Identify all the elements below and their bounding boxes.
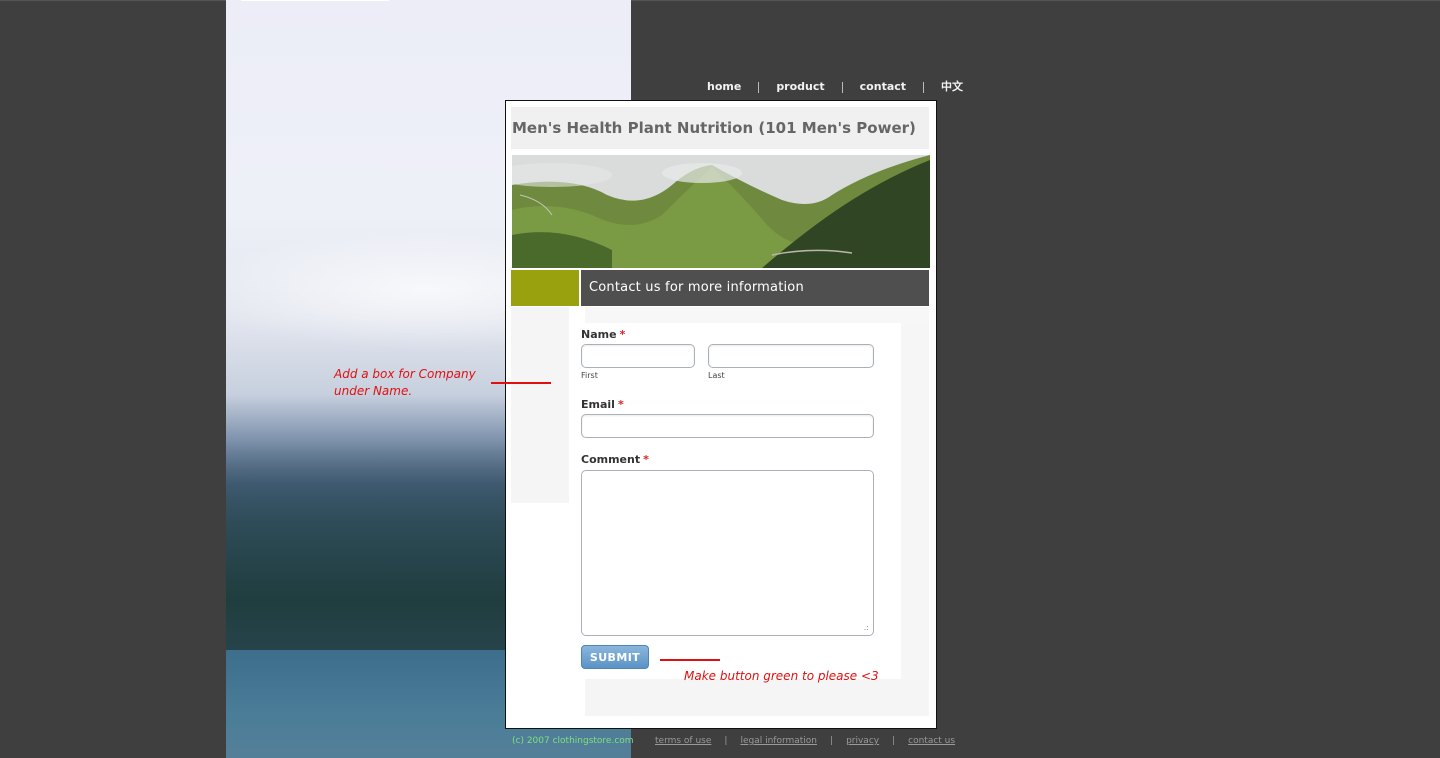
submit-button[interactable]: SUBMIT — [581, 645, 649, 669]
comment-textarea[interactable]: .: — [581, 470, 874, 636]
button-annotation: Make button green to please <3 — [684, 669, 879, 683]
footer-terms-link[interactable]: terms of use — [650, 736, 716, 746]
resize-grip-icon[interactable]: .: — [864, 624, 869, 632]
required-asterisk: * — [619, 328, 626, 341]
last-name-input[interactable] — [708, 344, 874, 368]
contact-form: Name * First Last Email * Comment * .: SUBM… — [570, 323, 929, 679]
company-annotation: Add a box for Company under Name. — [334, 366, 476, 400]
company-annotation-line1: Add a box for Company — [334, 367, 476, 381]
accent-block — [511, 270, 579, 306]
company-annotation-line2: under Name. — [334, 384, 413, 398]
comment-label-text: Comment — [581, 453, 641, 466]
last-sublabel: Last — [708, 371, 725, 380]
scenery-top-highlight — [241, 0, 389, 1]
footer-separator: | — [724, 736, 728, 746]
company-annotation-arrow — [491, 382, 551, 384]
email-label-text: Email — [581, 398, 615, 411]
footer-copyright: (c) 2007 clothingstore.com — [512, 736, 634, 746]
mountain-banner-image — [512, 155, 930, 268]
first-sublabel: First — [581, 371, 598, 380]
footer-separator: | — [830, 736, 834, 746]
nav-chinese-language[interactable]: 中文 — [924, 79, 980, 95]
top-border — [0, 0, 1440, 1]
button-annotation-arrow — [660, 659, 720, 661]
required-asterisk: * — [617, 398, 624, 411]
footer-links: terms of use | legal information | priva… — [650, 736, 960, 746]
nav-product[interactable]: product — [759, 79, 841, 95]
footer-privacy-link[interactable]: privacy — [841, 736, 884, 746]
content-card: Men's Health Plant Nutrition (101 Men's … — [505, 100, 937, 729]
name-label-text: Name — [581, 328, 617, 341]
mountain-illustration — [512, 155, 930, 268]
email-label: Email * — [581, 398, 624, 411]
first-name-input[interactable] — [581, 344, 695, 368]
title-bar: Men's Health Plant Nutrition (101 Men's … — [511, 107, 929, 149]
left-gray-panel — [511, 307, 569, 503]
contact-heading: Contact us for more information — [589, 280, 804, 295]
nav-home[interactable]: home — [690, 79, 758, 95]
footer-legal-link[interactable]: legal information — [735, 736, 822, 746]
form-top-strip — [585, 307, 929, 323]
email-input[interactable] — [581, 414, 874, 438]
footer-separator: | — [892, 736, 896, 746]
required-asterisk: * — [643, 453, 649, 466]
form-right-shade — [901, 323, 929, 679]
top-navigation: home product contact 中文 — [690, 78, 980, 96]
footer-contact-link[interactable]: contact us — [903, 736, 960, 746]
name-label: Name * — [581, 328, 625, 341]
nav-contact[interactable]: contact — [843, 79, 923, 95]
contact-heading-bar: Contact us for more information — [581, 270, 929, 306]
page-title: Men's Health Plant Nutrition (101 Men's … — [512, 119, 916, 137]
comment-label: Comment * — [581, 453, 649, 466]
